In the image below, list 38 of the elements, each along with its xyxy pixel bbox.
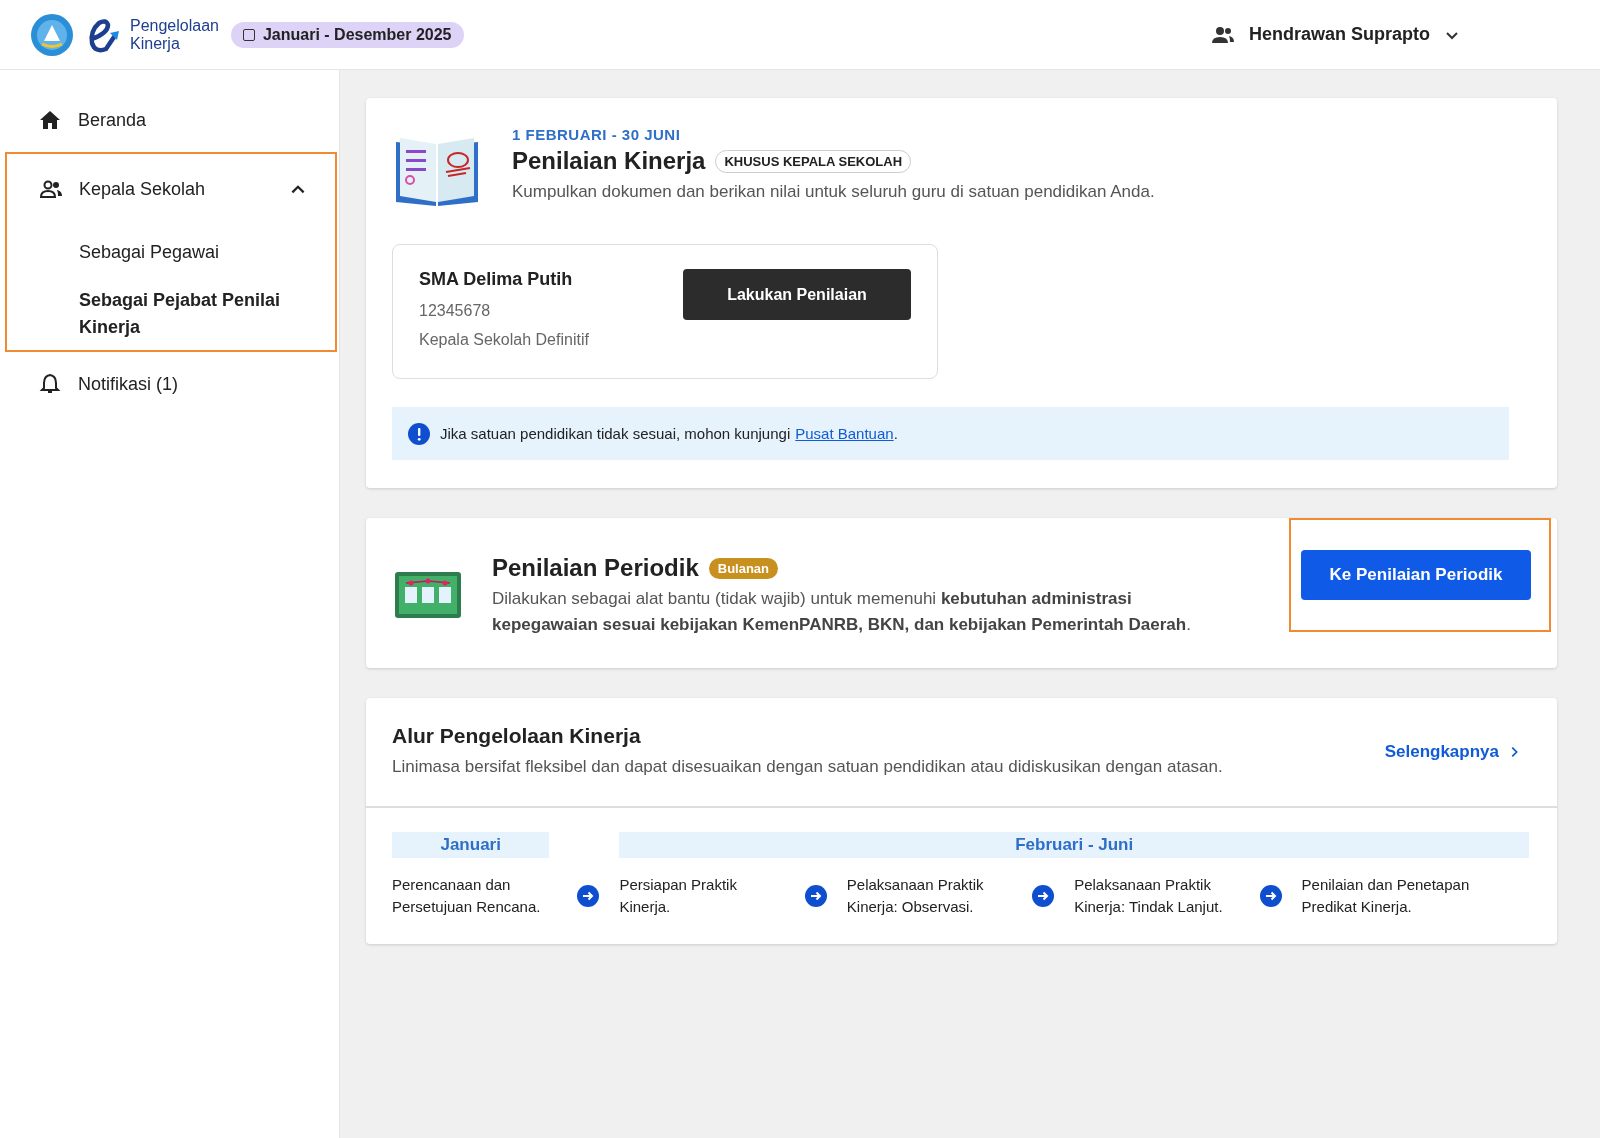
- school-id: 12345678: [419, 301, 492, 321]
- board-icon: [394, 569, 462, 619]
- notice-period: .: [893, 425, 898, 442]
- bell-icon: [38, 372, 62, 396]
- step-text: Pelaksanaan Praktik Kinerja: Observasi.: [846, 875, 985, 917]
- more-link[interactable]: Selengkapnya: [1384, 742, 1521, 762]
- frequency-badge: Bulanan: [708, 557, 779, 579]
- nav-item[interactable]: Beranda: [0, 90, 339, 150]
- nav-subitem[interactable]: Sebagai Pegawai: [7, 224, 335, 280]
- date-range: 1 FEBRUARI - 30 JUNI: [512, 126, 682, 143]
- phase-label: Februari - Juni: [619, 832, 1529, 858]
- card-title: Penilaian Periodik: [492, 554, 699, 582]
- periodic-button[interactable]: Ke Penilaian Periodik: [1301, 550, 1531, 600]
- emblem-icon: [30, 12, 74, 57]
- period-chip[interactable]: Januari - Desember 2025: [230, 21, 464, 48]
- nav-subitem[interactable]: Sebagai Pejabat Penilai Kinerja: [7, 286, 335, 342]
- card-title: Alur Pengelolaan Kinerja: [392, 724, 642, 748]
- card-title: Penilaian Kinerja: [512, 147, 706, 175]
- card-description: Dilakukan sebagai alat bantu (tidak wajib) untuk memenuhi kebutuhan administrasi kepegawaian sesuai kebijakan KemenPANRB, BKN, dan kebijakan Pemerintah Daerah.: [492, 588, 1192, 636]
- home-icon: [38, 108, 62, 132]
- nav-item[interactable]: Notifikasi (1): [0, 354, 339, 414]
- card-description: Kumpulkan dokumen dan berikan nilai untuk seluruh guru di satuan pendidikan Anda.: [512, 181, 1155, 203]
- school-name: SMA Delima Putih: [419, 269, 574, 290]
- step-text: Perencanaan dan Persetujuan Rencana.: [392, 875, 542, 917]
- notice-text: Jika satuan pendidikan tidak sesuai, mohon kunjungi: [440, 425, 791, 442]
- step-text: Pelaksanaan Praktik Kinerja: Tindak Lanjut.: [1074, 875, 1224, 917]
- app-name: Kinerja: [130, 34, 181, 53]
- app-name: Pengelolaan: [130, 16, 219, 35]
- nav-item[interactable]: Kepala Sekolah: [7, 154, 335, 224]
- phase-label: Januari: [392, 832, 550, 858]
- school-role: Kepala Sekolah Definitif: [419, 330, 589, 350]
- assess-button[interactable]: Lakukan Penilaian: [683, 269, 911, 320]
- step-text: Penilaian dan Penetapan Predikat Kinerja.: [1301, 875, 1471, 917]
- info-icon: [408, 422, 430, 445]
- user-menu[interactable]: Hendrawan Suprapto: [1210, 22, 1460, 47]
- card-description: Linimasa bersifat fleksibel dan dapat disesuaikan dengan satuan pendidikan atau didiskusikan dengan atasan.: [392, 756, 1223, 778]
- step-text: Persiapan Praktik Kinerja.: [619, 875, 738, 917]
- help-link[interactable]: Pusat Bantuan: [795, 425, 894, 442]
